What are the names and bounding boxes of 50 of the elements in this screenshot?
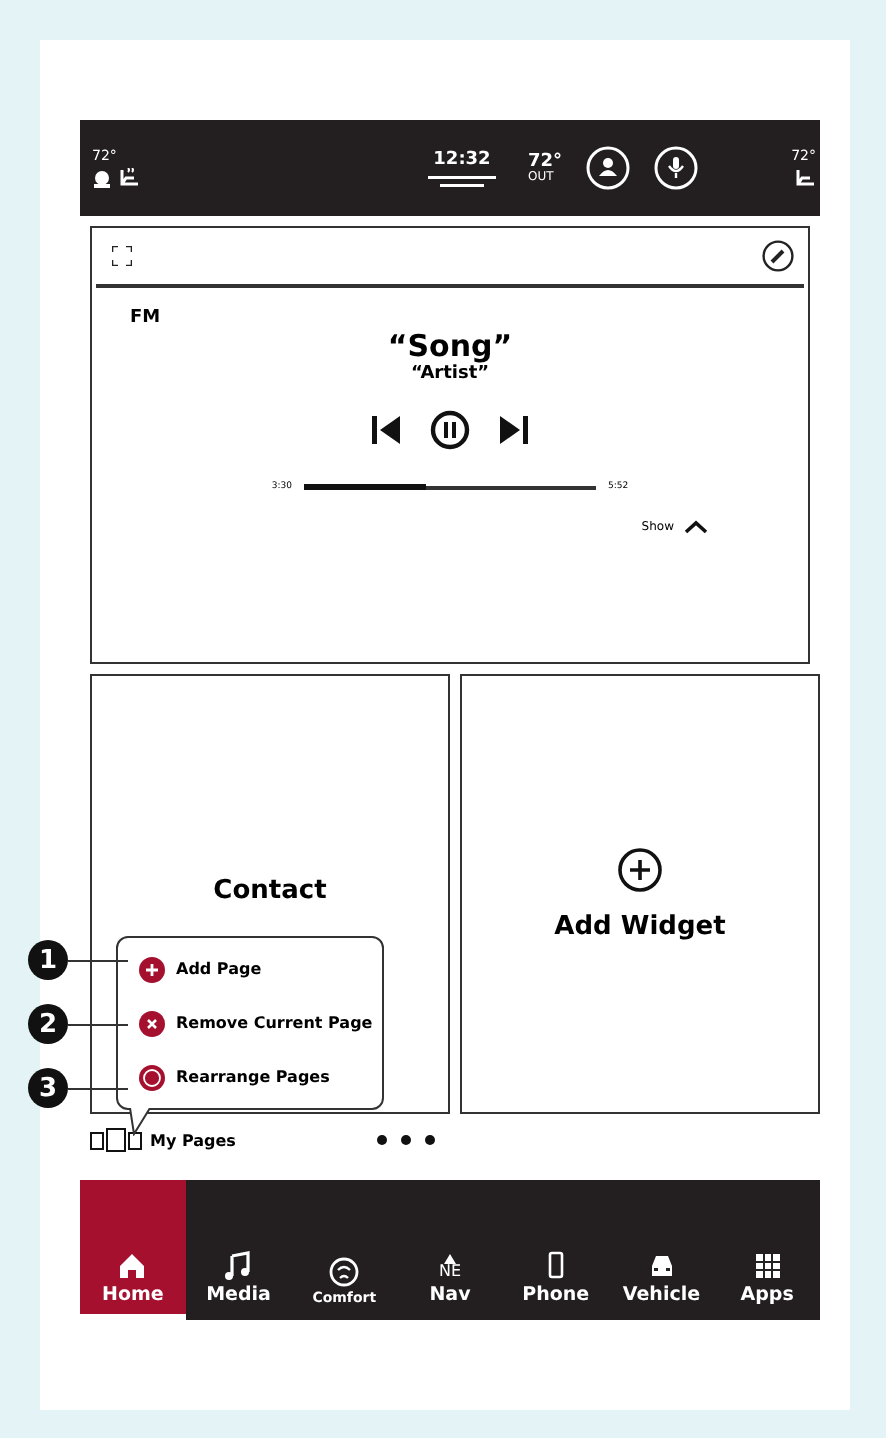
radio-source: FM xyxy=(130,308,163,328)
home-icon xyxy=(116,1250,149,1282)
next-track-icon[interactable] xyxy=(498,414,530,446)
comfort-icon xyxy=(328,1256,361,1288)
grid-icon xyxy=(751,1250,784,1282)
microphone-icon[interactable] xyxy=(654,146,699,190)
close-icon xyxy=(138,1009,166,1037)
widget-label: Contact xyxy=(213,876,327,906)
nav-tab[interactable]: Phone xyxy=(502,1180,609,1320)
song-title: “Song” xyxy=(385,328,515,364)
profile-icon[interactable] xyxy=(586,146,631,190)
heated-seat-icon xyxy=(792,168,816,188)
compass-arrow-icon xyxy=(444,1253,456,1263)
callout-number: 1 xyxy=(28,940,68,980)
pause-icon[interactable] xyxy=(430,410,470,450)
plus-icon xyxy=(138,955,166,983)
add-widget-card[interactable]: Add Widget xyxy=(460,674,820,1114)
artist-name: “Artist” xyxy=(408,364,492,384)
menu-item[interactable]: Remove Current Page xyxy=(138,1009,382,1037)
nav-tab[interactable]: Media xyxy=(185,1180,292,1320)
outside-temperature: 72° xyxy=(528,153,563,171)
callout-number: 2 xyxy=(28,1004,68,1044)
tab-label: Media xyxy=(206,1284,271,1306)
tab-label: Phone xyxy=(522,1284,590,1306)
edit-icon[interactable] xyxy=(762,240,794,272)
chevron-up-icon xyxy=(684,520,708,534)
clock-time: 12:32 xyxy=(433,149,491,169)
compass-heading: NE xyxy=(438,1263,462,1279)
double-line-icon xyxy=(428,175,496,187)
tab-label: Nav xyxy=(429,1284,471,1306)
tab-label: Apps xyxy=(740,1284,794,1306)
ring-icon xyxy=(138,1063,166,1091)
nav-tab[interactable]: Apps xyxy=(714,1180,821,1320)
pages-icon xyxy=(90,1128,142,1152)
add-icon xyxy=(618,847,662,891)
page-dots-icon xyxy=(375,1134,436,1146)
nav-tab[interactable]: Vehicle xyxy=(608,1180,715,1320)
nav-tab[interactable]: Home xyxy=(80,1180,186,1320)
tab-label: Vehicle xyxy=(622,1284,701,1306)
nav-tab[interactable]: NE Nav xyxy=(397,1180,503,1320)
expand-icon[interactable] xyxy=(112,246,132,266)
previous-track-icon[interactable] xyxy=(370,414,402,446)
widget-label: Add Widget xyxy=(554,911,726,941)
menu-item[interactable]: Add Page xyxy=(138,955,382,983)
heated-seat-icon xyxy=(116,168,140,188)
menu-item[interactable]: Rearrange Pages xyxy=(138,1063,382,1091)
tab-label: Home xyxy=(102,1284,164,1306)
music-note-icon xyxy=(222,1250,255,1282)
callout-number: 3 xyxy=(28,1068,68,1108)
my-pages-button[interactable]: My Pages xyxy=(90,1128,236,1152)
